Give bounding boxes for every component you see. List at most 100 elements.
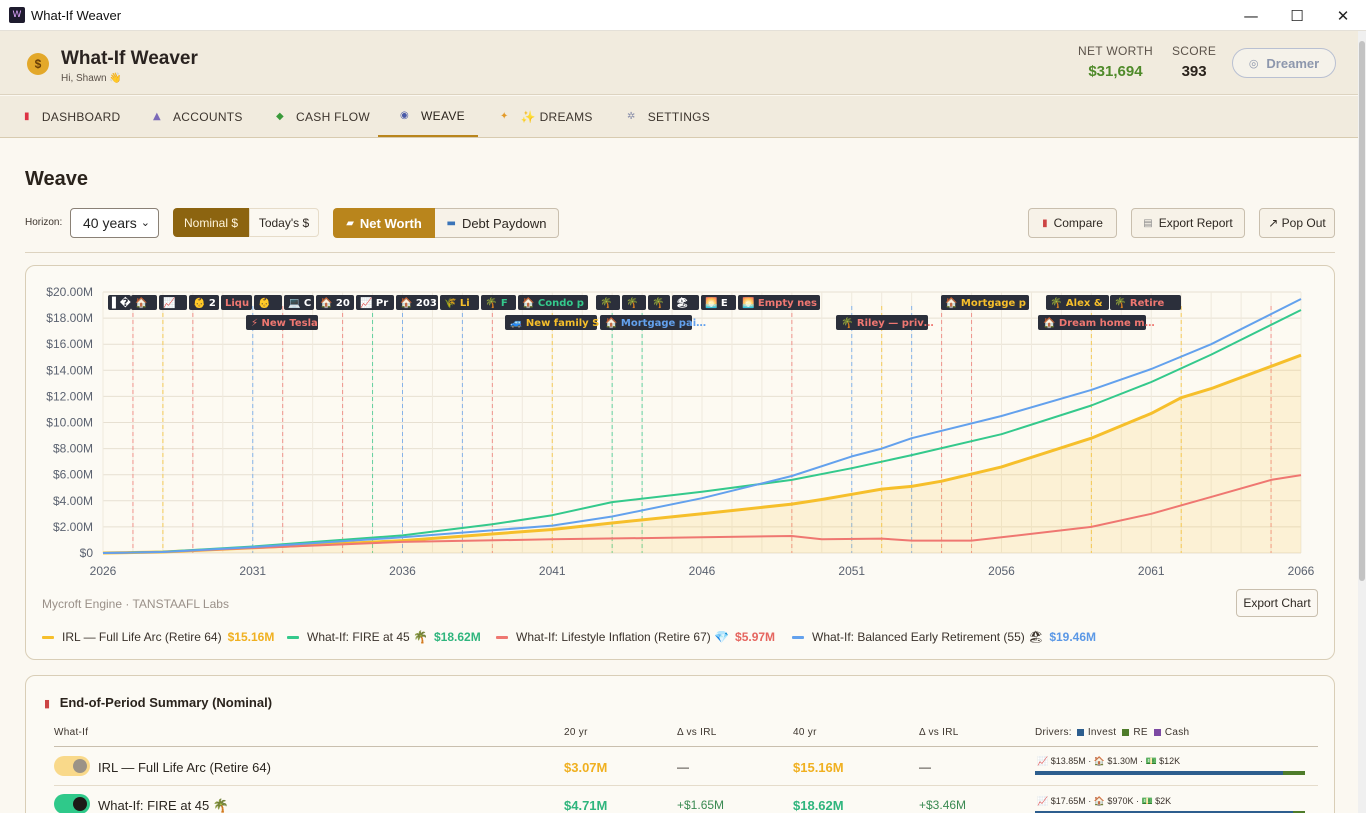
app-logo-icon: W [9,7,25,23]
event-label: 📈 Pr [360,296,388,309]
tab-label: ACCOUNTS [173,109,243,124]
debt-paydown-label: Debt Paydown [461,215,547,231]
app-name: What-If Weaver [61,48,198,69]
event-label: Liqu [225,298,249,309]
horizon-value: 40 years [83,215,137,231]
medal-icon: ◎ [1248,56,1259,70]
event-label: 📈 [163,296,175,309]
close-button[interactable]: ✕ [1320,0,1366,31]
window-titlebar: W What-If Weaver — ☐ ✕ [0,0,1366,31]
tab-label: SETTINGS [647,109,711,124]
legend-item-lifestyle[interactable]: What-If: Lifestyle Inflation (Retire 67)… [496,629,775,645]
event-label: 🏠 Mortgage pai… [605,317,706,329]
y-tick-label: $2.00M [53,520,93,534]
user-greeting: Hi, Shawn 👋 [61,73,122,84]
event-label: 🌴 [600,296,612,309]
legend-label: What-If: Lifestyle Inflation (Retire 67)… [516,630,730,644]
col-header-40yr: 40 yr [793,727,817,738]
toggle-knob [73,759,87,773]
net-worth-stat: NET WORTH $31,694 [1078,44,1153,80]
drivers-breakdown: 📈 $17.65M · 🏠 $970K · 💵 $2K [1037,796,1172,806]
debt-paydown-tab[interactable]: ▬ Debt Paydown [435,208,559,238]
legend-value: $15.16M [227,630,275,644]
legend-item-balanced[interactable]: What-If: Balanced Early Retirement (55) … [792,629,1096,645]
horizon-label: Horizon: [25,217,63,228]
col-header-delta40: Δ vs IRL [919,727,959,738]
horizon-select[interactable]: 40 years ⌄ [70,208,159,238]
event-label: 🌴 F [485,296,508,309]
tab-dashboard[interactable]: ▮ DASHBOARD [24,96,121,137]
row-rule [54,785,1318,786]
y-tick-label: $0 [80,546,94,560]
event-label: 🌾 Li [444,297,470,309]
legend-item-irl[interactable]: IRL — Full Life Arc (Retire 64) $15.16M [42,629,274,645]
todays-dollars-toggle[interactable]: Today's $ [249,208,319,237]
value-20yr: $4.71M [564,798,608,813]
legend-item-fire[interactable]: What-If: FIRE at 45 🌴 $18.62M [287,629,481,645]
y-tick-label: $10.00M [46,416,93,430]
legend-swatch [792,635,804,639]
engine-credit: Mycroft Engine · TANSTAAFL Labs [42,597,229,611]
maximize-button[interactable]: ☐ [1274,0,1320,31]
tab-cash-flow[interactable]: ◆ CASH FLOW [276,96,370,137]
tab-label: WEAVE [421,108,465,123]
scenario-toggle[interactable] [54,794,90,813]
invest-bar [1035,771,1283,775]
event-label: ▌� [111,296,131,309]
event-label: 🚙 New family S… [510,318,609,329]
drivers-breakdown: 📈 $13.85M · 🏠 $1.30M · 💵 $12K [1037,756,1181,766]
nominal-toggle[interactable]: Nominal $ [173,208,249,237]
export-report-button[interactable]: ▤ Export Report [1131,208,1245,238]
compare-button[interactable]: ▮ Compare [1028,208,1117,238]
tab-weave[interactable]: ◉ WEAVE [378,96,478,137]
export-chart-button[interactable]: Export Chart [1236,589,1318,617]
score-label: SCORE [1172,44,1217,58]
event-label: 🌅 Empty nes [742,296,817,309]
event-label: 🏠 20 [320,297,350,309]
pop-out-button[interactable]: ↗ Pop Out [1259,208,1335,238]
col-header-drivers: Drivers: Invest RE Cash [1035,727,1189,738]
legend-label: What-If: Balanced Early Retirement (55) … [812,630,1044,644]
toolbar-divider [25,252,1335,253]
score-value: 393 [1181,63,1207,80]
event-label: ⚡ New Tesla [251,318,318,329]
legend-label: What-If: FIRE at 45 🌴 [307,630,428,644]
x-tick-label: 2026 [90,564,117,578]
legend-swatch [42,635,54,639]
y-tick-label: $20.00M [46,285,93,299]
net-worth-tab[interactable]: ▰ Net Worth [333,208,435,238]
delta-40yr: — [919,760,931,774]
header-rule [54,746,1318,747]
value-40yr: $18.62M [793,798,844,813]
thread-icon: ◉ [400,110,410,121]
bank-icon: ▲ [153,111,161,122]
tab-dreams[interactable]: ✦ ✨ DREAMS [500,96,593,137]
minimize-button[interactable]: — [1228,0,1274,31]
gear-icon: ✲ [627,111,636,122]
page-title: Weave [25,168,89,190]
event-label: 🏖 [676,297,689,309]
sparkle-icon: ✦ [500,111,509,122]
tab-label: DASHBOARD [41,109,121,124]
event-label: 💻 C [288,298,311,309]
dreamer-badge[interactable]: ◎ Dreamer [1232,48,1336,78]
scenario-name: IRL — Full Life Arc (Retire 64) [98,760,271,775]
scenario-toggle[interactable] [54,756,90,776]
col-header-20yr: 20 yr [564,727,588,738]
event-label: 🌴 [626,296,638,309]
legend-value: $18.62M [433,630,481,644]
main-nav: ▮ DASHBOARD ▲ ACCOUNTS ◆ CASH FLOW ◉ WEA… [0,96,1358,138]
legend-value: $5.97M [735,630,776,644]
tab-settings[interactable]: ✲ SETTINGS [627,96,710,137]
trend-icon: ▰ [346,217,354,229]
delta-20yr: +$1.65M [677,798,725,812]
tab-accounts[interactable]: ▲ ACCOUNTS [153,96,243,137]
net-worth-tab-label: Net Worth [359,215,422,231]
y-tick-label: $18.00M [46,311,93,325]
money-bag-icon: $ [27,53,49,75]
event-label: 🏠 [135,297,147,309]
scrollbar-thumb[interactable] [1359,41,1365,581]
x-tick-label: 2056 [988,564,1015,578]
main-content: Weave Horizon: 40 years ⌄ Nominal $ Toda… [0,139,1358,813]
vertical-scrollbar[interactable] [1358,31,1366,813]
